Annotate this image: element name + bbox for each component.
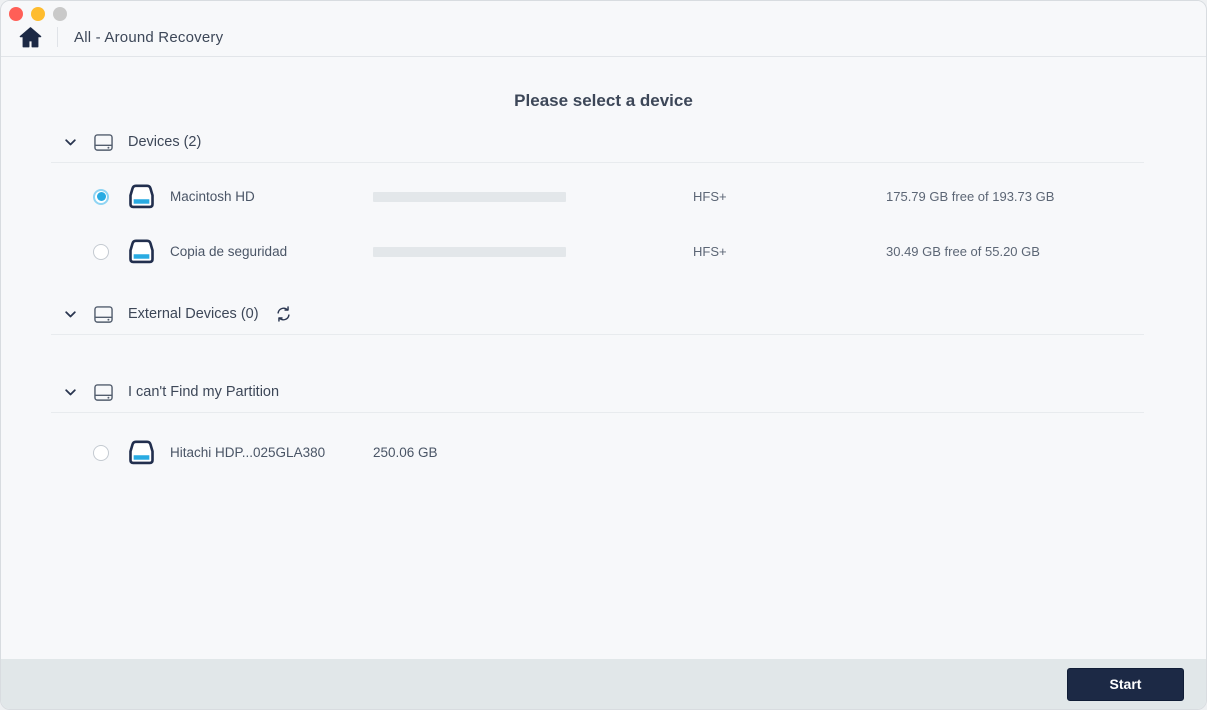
titlebar-separator bbox=[57, 27, 58, 47]
device-name: Hitachi HDP...025GLA380 bbox=[170, 445, 326, 460]
section-header-partition: I can't Find my Partition bbox=[1, 377, 1206, 407]
device-name: Copia de seguridad bbox=[170, 244, 288, 259]
device-size-label: 250.06 GB bbox=[373, 445, 438, 460]
drive-outline-icon bbox=[94, 133, 113, 151]
partition-device-list: Hitachi HDP...025GLA380 250.06 GB bbox=[1, 425, 1206, 480]
device-radio[interactable] bbox=[93, 188, 109, 205]
section-divider bbox=[51, 162, 1144, 163]
section-header-devices: Devices (2) bbox=[1, 127, 1206, 157]
section-label-devices: Devices (2) bbox=[128, 134, 202, 150]
device-row-macintosh-hd[interactable]: Macintosh HD HFS+ 175.79 GB free of 193.… bbox=[1, 169, 1206, 224]
drive-outline-icon bbox=[94, 305, 113, 323]
minimize-window-button[interactable] bbox=[31, 7, 45, 21]
hard-drive-icon bbox=[129, 238, 154, 263]
device-name: Macintosh HD bbox=[170, 189, 255, 204]
hard-drive-icon bbox=[129, 183, 154, 208]
window-title: All - Around Recovery bbox=[74, 28, 224, 46]
zoom-window-button[interactable] bbox=[53, 7, 67, 21]
device-list: Macintosh HD HFS+ 175.79 GB free of 193.… bbox=[1, 169, 1206, 279]
free-space-label: 175.79 GB free of 193.73 GB bbox=[886, 189, 1055, 204]
home-button[interactable] bbox=[17, 25, 43, 49]
home-icon bbox=[19, 26, 41, 47]
hard-drive-icon bbox=[129, 439, 154, 464]
footer-bar: Start bbox=[1, 659, 1206, 709]
start-button[interactable]: Start bbox=[1067, 667, 1184, 701]
device-select-panel: Please select a device Devices (2) Macin… bbox=[1, 57, 1206, 659]
collapse-partition-button[interactable] bbox=[65, 388, 77, 396]
section-divider bbox=[51, 334, 1144, 335]
close-window-button[interactable] bbox=[9, 7, 23, 21]
chevron-down-icon bbox=[65, 310, 76, 317]
chevron-down-icon bbox=[65, 388, 76, 395]
device-row-hitachi[interactable]: Hitachi HDP...025GLA380 250.06 GB bbox=[1, 425, 1206, 480]
title-bar: All - Around Recovery bbox=[1, 1, 1206, 57]
device-radio[interactable] bbox=[93, 243, 109, 260]
device-row-copia-de-seguridad[interactable]: Copia de seguridad HFS+ 30.49 GB free of… bbox=[1, 224, 1206, 279]
section-label-external-devices: External Devices (0) bbox=[128, 306, 259, 322]
refresh-button[interactable] bbox=[275, 306, 293, 323]
page-title: Please select a device bbox=[514, 91, 693, 110]
app-window: All - Around Recovery Please select a de… bbox=[0, 0, 1207, 710]
device-radio[interactable] bbox=[93, 444, 109, 461]
filesystem-label: HFS+ bbox=[693, 244, 727, 259]
section-divider bbox=[51, 412, 1144, 413]
usage-bar bbox=[373, 246, 566, 257]
usage-bar bbox=[373, 191, 566, 202]
traffic-lights bbox=[9, 7, 67, 21]
section-label-partition: I can't Find my Partition bbox=[128, 384, 280, 400]
drive-outline-icon bbox=[94, 383, 113, 401]
refresh-icon bbox=[276, 306, 290, 322]
free-space-label: 30.49 GB free of 55.20 GB bbox=[886, 244, 1040, 259]
chevron-down-icon bbox=[65, 138, 76, 145]
filesystem-label: HFS+ bbox=[693, 189, 727, 204]
section-header-external-devices: External Devices (0) bbox=[1, 299, 1206, 329]
collapse-devices-button[interactable] bbox=[65, 138, 77, 146]
collapse-external-button[interactable] bbox=[65, 310, 77, 318]
